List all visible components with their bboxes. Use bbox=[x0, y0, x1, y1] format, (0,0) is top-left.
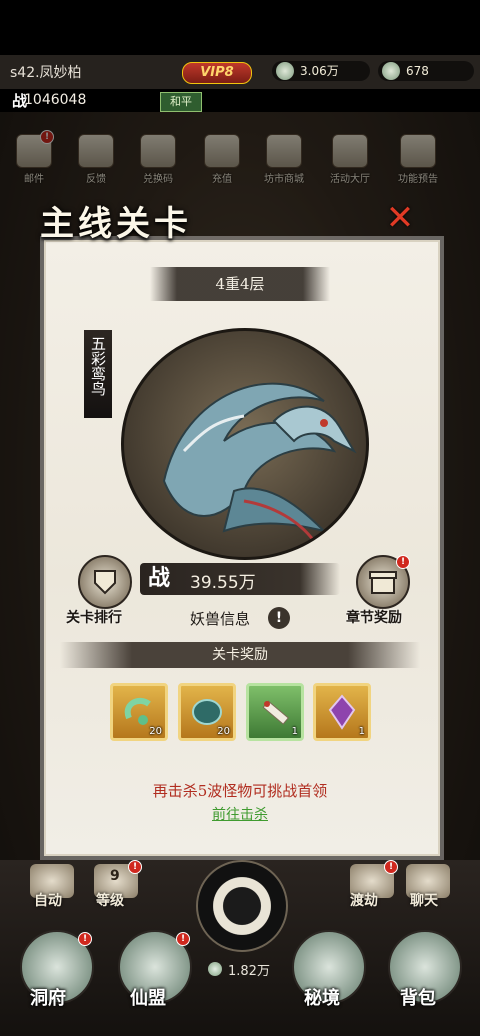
yin-yang-icon[interactable] bbox=[196, 860, 288, 952]
spirit-qi-value: 1.82万 bbox=[228, 964, 270, 979]
phoenix-illustration bbox=[162, 382, 357, 542]
reward-count: 20 bbox=[217, 726, 230, 737]
currency-jade-value: 3.06万 bbox=[300, 64, 339, 78]
reward-count: 1 bbox=[358, 726, 365, 737]
server-player-name: s42.凤妙柏 bbox=[10, 65, 82, 81]
kill-progress-message: 再击杀5波怪物可挑战首领 bbox=[152, 782, 328, 800]
reward-item-3[interactable]: 1 bbox=[246, 683, 304, 741]
level-label: 等级 bbox=[96, 893, 124, 909]
monster-name: 五彩鸾鸟 bbox=[89, 336, 107, 396]
monster-portrait bbox=[121, 328, 369, 560]
alliance-badge: ! bbox=[176, 932, 190, 946]
secret-realm-label: 秘境 bbox=[304, 988, 340, 1009]
player-power-value: 1046048 bbox=[24, 92, 87, 108]
stage-ranking-label: 关卡排行 bbox=[66, 610, 122, 626]
go-kill-link-row: 前往击杀 bbox=[60, 804, 420, 824]
monster-power-value: 39.55万 bbox=[190, 573, 256, 593]
close-button[interactable]: ✕ bbox=[382, 200, 418, 236]
currency-spirit[interactable]: 678 bbox=[378, 61, 474, 81]
dialog-title: 主线关卡 bbox=[40, 204, 192, 244]
chat-label: 聊天 bbox=[410, 893, 438, 909]
info-icon[interactable]: ! bbox=[268, 607, 290, 629]
reward-item-4[interactable]: 1 bbox=[313, 683, 371, 741]
level-number: 9 bbox=[110, 868, 120, 884]
stage-reward-header: 关卡奖励 bbox=[60, 642, 420, 668]
jade-coin-icon bbox=[276, 62, 294, 80]
currency-spirit-value: 678 bbox=[406, 64, 429, 78]
vip-badge[interactable]: VIP8 bbox=[182, 62, 252, 84]
close-icon: ✕ bbox=[385, 198, 415, 238]
alliance-label: 仙盟 bbox=[130, 988, 166, 1009]
bag-label: 背包 bbox=[400, 988, 436, 1009]
cave-label: 洞府 bbox=[30, 988, 66, 1009]
peace-mode-toggle[interactable]: 和平 bbox=[160, 92, 202, 112]
status-bar bbox=[0, 0, 480, 55]
reward-item-2[interactable]: 20 bbox=[178, 683, 236, 741]
spirit-stone-icon bbox=[382, 62, 400, 80]
chapter-reward-button[interactable]: ! bbox=[356, 555, 410, 609]
beast-info-link[interactable]: 妖兽信息 bbox=[190, 608, 250, 629]
currency-jade[interactable]: 3.06万 bbox=[272, 61, 370, 81]
go-kill-link[interactable]: 前往击杀 bbox=[212, 807, 268, 823]
stage-ranking-button[interactable] bbox=[78, 555, 132, 609]
cave-badge: ! bbox=[78, 932, 92, 946]
reward-count: 20 bbox=[149, 726, 162, 737]
tribulation-badge: ! bbox=[384, 860, 398, 874]
reward-item-1[interactable]: 20 bbox=[110, 683, 168, 741]
chapter-reward-badge: ! bbox=[396, 555, 410, 569]
monster-power-label: 战 bbox=[148, 565, 171, 591]
stage-floor: 4重4层 bbox=[150, 267, 330, 301]
chapter-reward-label: 章节奖励 bbox=[346, 610, 402, 626]
auto-label: 自动 bbox=[34, 893, 62, 909]
reward-count: 1 bbox=[291, 726, 298, 737]
monster-name-banner: 五彩鸾鸟 bbox=[84, 330, 112, 418]
tribulation-label: 渡劫 bbox=[350, 893, 378, 909]
spirit-qi-icon bbox=[208, 962, 222, 976]
level-badge: ! bbox=[128, 860, 142, 874]
ranking-icon bbox=[94, 570, 116, 595]
